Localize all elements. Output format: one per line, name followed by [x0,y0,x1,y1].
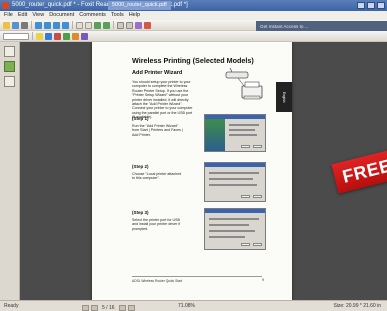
last-page-icon[interactable] [62,21,69,29]
menu-help[interactable]: Help [129,11,140,20]
menu-edit[interactable]: Edit [18,11,27,20]
print-icon[interactable] [21,21,28,29]
note-icon[interactable] [36,32,43,40]
window-controls [357,2,385,9]
close-button[interactable] [377,2,385,9]
section-heading: Add Printer Wizard [132,70,183,76]
wizard-screenshot [204,208,266,250]
search-field[interactable] [3,32,29,40]
highlight-icon[interactable] [54,32,61,40]
previous-page-icon[interactable] [44,21,51,29]
minimize-button[interactable] [357,2,365,9]
first-page-icon[interactable] [35,21,42,29]
page-title: Wireless Printing (Selected Models) [132,56,254,65]
page-navigation: 5 / 16 [82,303,135,311]
toolbar-separator [72,21,73,29]
pages-icon[interactable] [4,61,15,72]
typewriter-icon[interactable] [45,32,52,40]
intro-paragraph: You should setup your printer to your co… [132,80,193,120]
page-footer: ADSL Wireless Router Quick Start [132,276,262,283]
shape-tool-icon[interactable] [81,32,88,40]
next-page-icon[interactable] [53,21,60,29]
pdf-page: Wireless Printing (Selected Models) Add … [92,42,292,300]
layers-icon[interactable] [4,76,15,87]
document-tab[interactable]: 5000_router_quick.pdf [108,1,171,10]
status-text: Ready [4,303,19,309]
page-number: 9 [262,278,264,282]
menu-bar: File Edit View Document Comments Tools H… [0,11,387,20]
foxit-reader-window: 5000_router_quick.pdf * - Foxit Reader -… [0,0,387,311]
document-viewport[interactable]: Wireless Printing (Selected Models) Add … [20,42,387,300]
wizard-screenshot [204,162,266,202]
step-text: Select the printer port for USB and inst… [132,218,181,231]
last-page-button[interactable] [127,305,135,311]
fit-page-icon[interactable] [117,21,124,29]
bookmarks-icon[interactable] [4,46,15,57]
printer-router-illustration [225,68,263,100]
step-label: (Step 1) [132,116,149,121]
maximize-button[interactable] [367,2,375,9]
toolbar-separator [31,21,32,29]
fit-width-icon[interactable] [126,21,133,29]
toolbar-separator [113,21,114,29]
menu-document[interactable]: Document [49,11,74,20]
page-size: Size: 20.99 * 21.60 in [333,303,381,309]
title-bar: 5000_router_quick.pdf * - Foxit Reader -… [0,0,387,11]
snapshot-icon[interactable] [144,21,151,29]
next-page-button[interactable] [118,305,126,311]
menu-file[interactable]: File [4,11,13,20]
menu-tools[interactable]: Tools [111,11,124,20]
menu-comments[interactable]: Comments [79,11,106,20]
zoom-level[interactable]: 71.08% [178,301,195,311]
pencil-icon[interactable] [72,32,79,40]
language-tab: English [276,82,292,112]
app-icon [2,2,9,9]
toolbar-separator [32,32,33,40]
secondary-toolbar [0,31,387,42]
menu-view[interactable]: View [32,11,44,20]
wizard-screenshot [204,114,266,152]
page-indicator[interactable]: 5 / 16 [100,303,117,311]
select-text-icon[interactable] [85,21,92,29]
zoom-in-icon[interactable] [94,21,101,29]
step-text: Run the "Add Printer Wizard" from Start … [132,124,183,137]
step-label: (Step 2) [132,164,149,169]
open-icon[interactable] [3,21,10,29]
first-page-button[interactable] [82,305,89,311]
navigation-panel [0,42,20,300]
status-bar: Ready 5 / 16 71.08% Size: 20.99 * 21.60 … [0,300,387,311]
step-label: (Step 3) [132,210,149,215]
previous-page-button[interactable] [91,305,98,311]
line-tool-icon[interactable] [63,32,70,40]
hand-tool-icon[interactable] [76,21,83,29]
zoom-out-icon[interactable] [103,21,110,29]
step-text: Choose "Local printer attached to this c… [132,172,182,181]
rotate-icon[interactable] [135,21,142,29]
save-icon[interactable] [12,21,19,29]
